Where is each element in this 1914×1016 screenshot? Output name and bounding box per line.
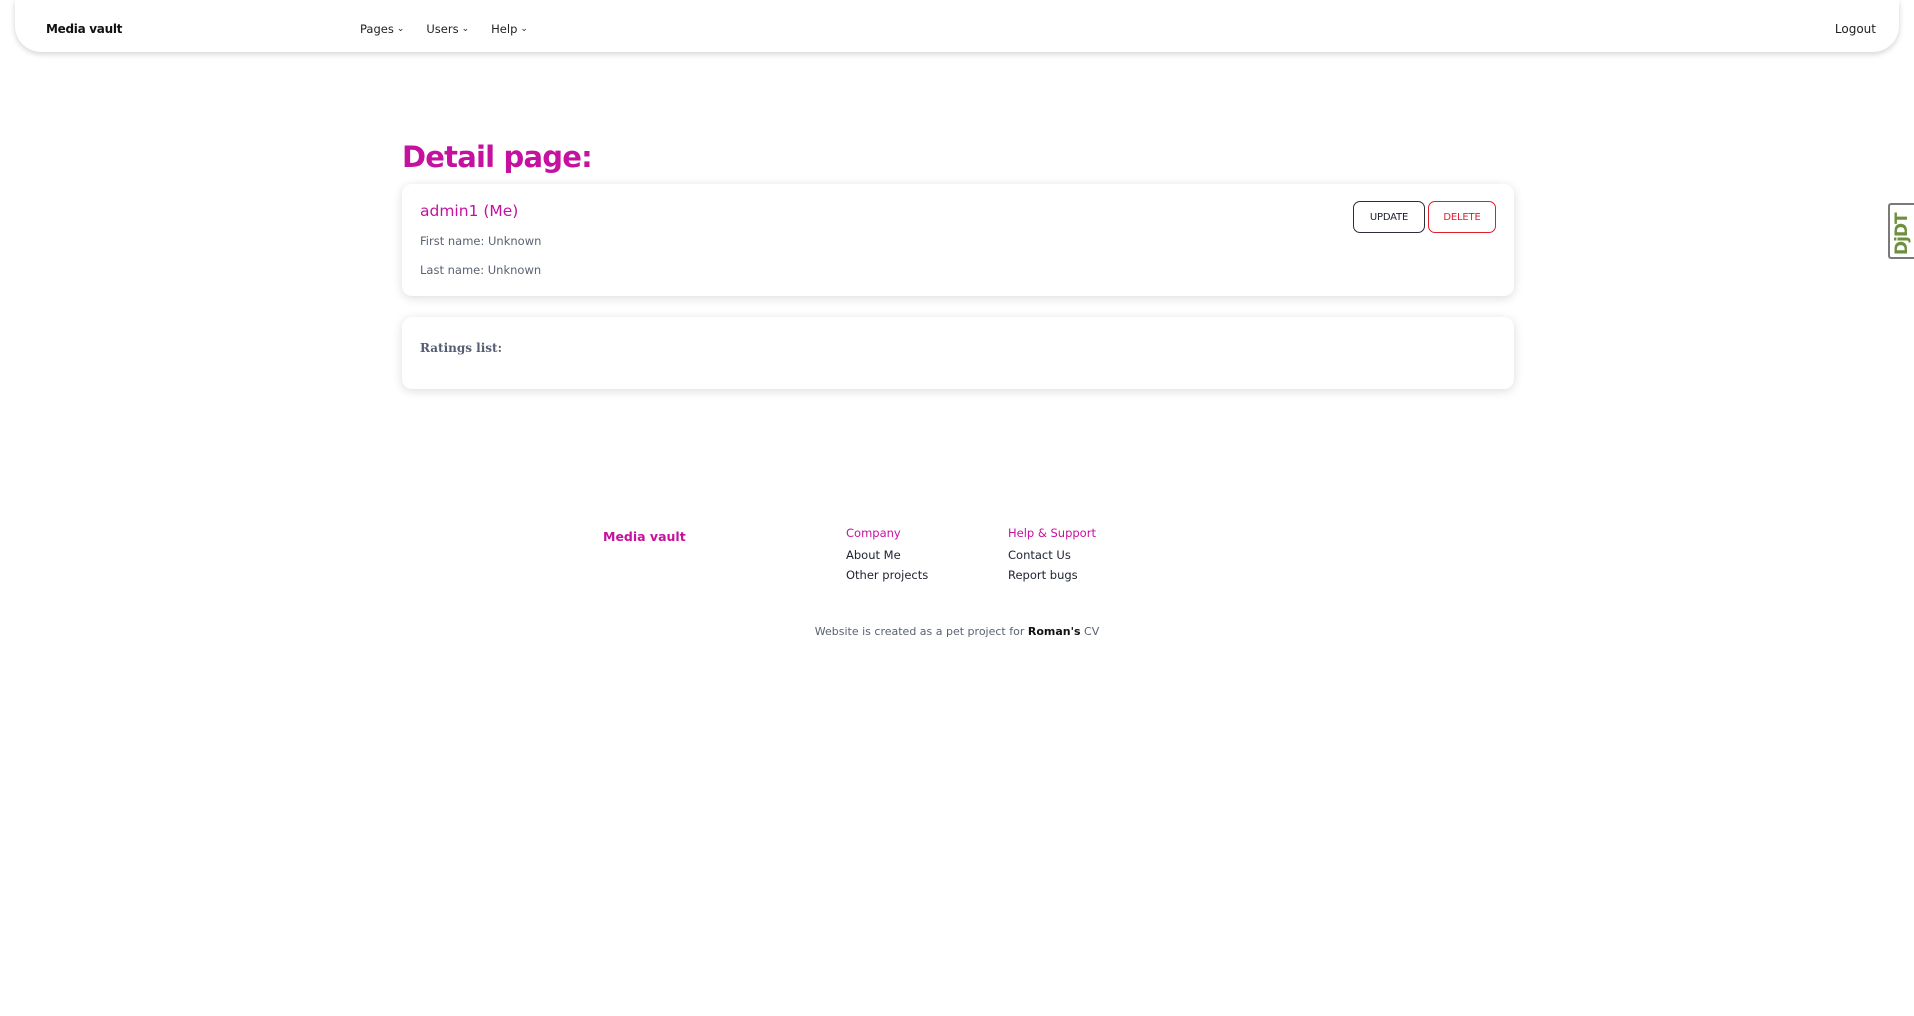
- logout-link[interactable]: Logout: [1835, 22, 1876, 36]
- credits-suffix: CV: [1080, 625, 1100, 638]
- nav-item-pages[interactable]: Pages ⌄: [360, 22, 404, 36]
- brand-logo[interactable]: Media vault: [46, 22, 122, 36]
- top-navbar: Media vault Pages ⌄ Users ⌄ Help ⌄ Logou…: [15, 0, 1899, 52]
- nav-item-label: Pages: [360, 22, 394, 36]
- nav-item-label: Users: [426, 22, 459, 36]
- update-button[interactable]: UPDATE: [1353, 201, 1425, 233]
- footer-brand[interactable]: Media vault: [603, 529, 686, 544]
- footer-link-report-bugs[interactable]: Report bugs: [1008, 568, 1096, 588]
- first-name-field: First name: Unknown: [420, 234, 542, 248]
- debug-toolbar-handle[interactable]: DjDT: [1888, 203, 1914, 259]
- nav-item-label: Help: [491, 22, 518, 36]
- user-detail-card: admin1 (Me) First name: Unknown Last nam…: [402, 184, 1514, 296]
- footer-link-contact-us[interactable]: Contact Us: [1008, 548, 1096, 568]
- credits-author-link[interactable]: Roman's: [1028, 625, 1081, 638]
- chevron-down-icon: ⌄: [461, 23, 470, 34]
- footer-company-heading: Company: [846, 526, 901, 540]
- footer-link-about-me[interactable]: About Me: [846, 548, 928, 568]
- nav-menu: Pages ⌄ Users ⌄ Help ⌄: [360, 22, 550, 36]
- debug-toolbar-label: DjDT: [1892, 213, 1912, 255]
- page-title: Detail page:: [402, 140, 593, 174]
- delete-button[interactable]: DELETE: [1428, 201, 1496, 233]
- footer-help-heading: Help & Support: [1008, 526, 1096, 540]
- footer-company-column: Company About Me Other projects: [846, 526, 928, 588]
- ratings-card: Ratings list:: [402, 317, 1514, 389]
- footer-link-other-projects[interactable]: Other projects: [846, 568, 928, 588]
- credits-prefix: Website is created as a pet project for: [814, 625, 1028, 638]
- footer-credits: Website is created as a pet project for …: [0, 625, 1914, 638]
- username-heading: admin1 (Me): [420, 202, 519, 220]
- footer-help-column: Help & Support Contact Us Report bugs: [1008, 526, 1096, 588]
- nav-item-help[interactable]: Help ⌄: [491, 22, 528, 36]
- chevron-down-icon: ⌄: [520, 23, 528, 34]
- nav-item-users[interactable]: Users ⌄: [426, 22, 469, 36]
- ratings-list-label: Ratings list:: [420, 341, 503, 355]
- chevron-down-icon: ⌄: [396, 23, 405, 34]
- last-name-field: Last name: Unknown: [420, 263, 542, 277]
